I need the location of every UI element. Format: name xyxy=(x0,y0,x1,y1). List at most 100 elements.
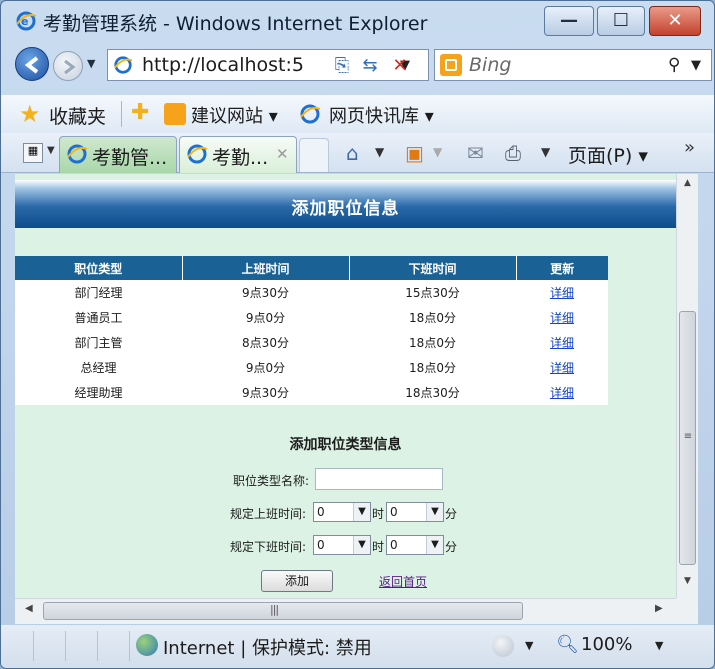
end-hour-value: 0 xyxy=(317,538,325,552)
back-home-link[interactable]: 返回首页 xyxy=(379,573,427,590)
maximize-button[interactable]: ☐ xyxy=(597,6,645,36)
tab-list-dropdown-icon[interactable]: ▼ xyxy=(47,145,55,156)
scroll-left-icon[interactable]: ◀ xyxy=(25,603,33,614)
tab-2-active[interactable]: 考勤... ✕ xyxy=(179,136,297,173)
forward-button[interactable] xyxy=(53,51,83,81)
tab-1[interactable]: 考勤管... xyxy=(59,136,177,173)
favorites-bar: ★ 收藏夹 ✚ 建议网站 ▾ 网页快讯库 ▾ xyxy=(1,95,714,133)
print-dropdown-icon[interactable]: ▼ xyxy=(541,145,550,159)
zoom-dropdown-icon[interactable]: ▼ xyxy=(655,639,663,652)
column-header: 职位类型 xyxy=(15,256,183,280)
position-type-cell: 部门经理 xyxy=(74,286,123,300)
table-row: 普通员工 9点0分 18点0分 详细 xyxy=(15,305,608,330)
detail-cell: 详细 xyxy=(516,355,608,380)
horizontal-scrollbar[interactable]: ◀ ||| ▶ xyxy=(15,598,676,624)
favorites-button[interactable]: 收藏夹 xyxy=(49,102,106,129)
horizontal-scroll-thumb[interactable]: ||| xyxy=(43,602,523,620)
home-dropdown-icon[interactable]: ▼ xyxy=(375,145,384,159)
refresh-icon[interactable]: ⇆ xyxy=(357,53,383,79)
compatibility-view-icon[interactable]: ⎘ xyxy=(329,53,355,79)
chevron-down-icon: ▼ xyxy=(426,536,443,554)
suggested-sites-link[interactable]: 建议网站 ▾ xyxy=(191,102,278,128)
detail-link[interactable]: 详细 xyxy=(550,386,574,400)
position-name-label: 职位类型名称: xyxy=(233,474,310,488)
tab-close-icon[interactable]: ✕ xyxy=(276,145,289,163)
detail-link[interactable]: 详细 xyxy=(550,286,574,300)
detail-cell: 详细 xyxy=(516,305,608,330)
start-time-label: 规定上班时间: xyxy=(230,507,307,521)
end-time-cell: 18点30分 xyxy=(405,386,460,400)
position-type-cell: 普通员工 xyxy=(74,311,123,325)
status-divider xyxy=(129,631,130,661)
detail-link[interactable]: 详细 xyxy=(550,336,574,350)
table-row: 经理助理 9点30分 18点30分 详细 xyxy=(15,380,608,405)
table-row: 总经理 9点0分 18点0分 详细 xyxy=(15,355,608,380)
tab-label: 考勤... xyxy=(212,147,269,169)
history-dropdown-icon[interactable]: ▼ xyxy=(87,57,95,70)
favorites-star-icon[interactable]: ★ xyxy=(19,100,41,128)
ie-logo-icon: e xyxy=(16,11,37,31)
tab-label: 考勤管... xyxy=(92,147,168,169)
tab-bar: ▦ ▼ 考勤管... 考勤... ✕ ⌂ ▼ ▣ ▼ ✉ ⎙ ▼ 页面(P) ▾… xyxy=(1,133,714,173)
zoom-icon[interactable]: 🔍︎ xyxy=(556,634,579,655)
vertical-scroll-thumb[interactable]: ≡ xyxy=(679,311,696,565)
scroll-right-icon[interactable]: ▶ xyxy=(655,603,663,614)
position-type-cell: 总经理 xyxy=(80,361,117,375)
scroll-grip-icon: ≡ xyxy=(683,431,693,442)
navigation-bar: ▼ http://localhost:5 ▼ ⎘ ⇆ ✕ Bing ⚲ ▼ xyxy=(1,43,714,93)
zoom-level[interactable]: 100% xyxy=(581,634,632,655)
print-icon[interactable]: ⎙ xyxy=(505,141,521,165)
scroll-up-icon[interactable]: ▲ xyxy=(677,178,698,196)
bing-icon xyxy=(440,54,462,76)
start-minute-select[interactable]: 0 ▼ xyxy=(386,502,444,522)
tab-ie-icon xyxy=(187,144,208,164)
chevron-down-icon: ▼ xyxy=(353,536,370,554)
end-hour-select[interactable]: 0 ▼ xyxy=(313,535,371,555)
page-menu[interactable]: 页面(P) ▾ xyxy=(568,141,648,168)
add-favorite-icon[interactable]: ✚ xyxy=(131,100,149,125)
svg-text:e: e xyxy=(21,15,28,28)
search-box[interactable]: Bing ⚲ ▼ xyxy=(434,49,712,81)
search-icon[interactable]: ⚲ xyxy=(668,55,680,75)
home-icon[interactable]: ⌂ xyxy=(346,141,359,165)
feeds-dropdown-icon[interactable]: ▼ xyxy=(433,145,442,159)
minimize-button[interactable]: — xyxy=(544,6,594,36)
page-viewport: 添加职位信息 职位类型 上班时间 下班时间 更新 部门经理 9点30分 15点3… xyxy=(15,174,676,598)
chevron-more-icon[interactable]: » xyxy=(684,137,695,158)
table-row: 部门经理 9点30分 15点30分 详细 xyxy=(15,280,608,305)
position-name-input[interactable] xyxy=(315,468,443,490)
column-header: 下班时间 xyxy=(349,256,517,280)
vertical-scrollbar[interactable]: ▲ ≡ ▼ xyxy=(676,174,698,598)
quick-tabs-icon[interactable]: ▦ xyxy=(23,143,43,163)
detail-link[interactable]: 详细 xyxy=(550,311,574,325)
feeds-icon[interactable]: ▣ xyxy=(405,141,424,165)
protected-mode-dropdown-icon[interactable]: ▼ xyxy=(525,639,533,652)
close-button[interactable]: ✕ xyxy=(649,6,701,36)
start-time-cell: 8点30分 xyxy=(242,336,289,350)
scroll-down-icon[interactable]: ▼ xyxy=(677,576,698,594)
end-minute-select[interactable]: 0 ▼ xyxy=(386,535,444,555)
security-zone-text[interactable]: Internet | 保护模式: 禁用 xyxy=(163,634,372,660)
start-hour-select[interactable]: 0 ▼ xyxy=(313,502,371,522)
stop-icon[interactable]: ✕ xyxy=(387,53,413,79)
protected-mode-icon[interactable] xyxy=(492,635,514,657)
hour-unit: 时 xyxy=(372,507,385,521)
web-slice-gallery-link[interactable]: 网页快讯库 ▾ xyxy=(329,102,434,128)
start-time-cell: 9点0分 xyxy=(245,361,286,375)
minimize-icon: — xyxy=(560,10,578,31)
scroll-grip-icon: ||| xyxy=(270,603,279,616)
status-bar: Internet | 保护模式: 禁用 ▼ 🔍︎ 100% ▼ xyxy=(1,625,714,668)
detail-link[interactable]: 详细 xyxy=(550,361,574,375)
end-time-label: 规定下班时间: xyxy=(230,540,307,554)
search-input[interactable]: Bing xyxy=(469,54,511,76)
maximize-icon: ☐ xyxy=(612,10,630,31)
page-ie-icon xyxy=(114,56,133,74)
back-button[interactable] xyxy=(15,47,49,81)
form-title: 添加职位类型信息 xyxy=(289,437,402,453)
new-tab-button[interactable] xyxy=(299,138,329,172)
start-time-cell: 9点30分 xyxy=(242,286,289,300)
read-mail-icon[interactable]: ✉ xyxy=(467,141,484,165)
add-button[interactable]: 添加 xyxy=(261,570,333,592)
search-dropdown-icon[interactable]: ▼ xyxy=(691,58,701,73)
favorites-separator xyxy=(121,101,122,127)
